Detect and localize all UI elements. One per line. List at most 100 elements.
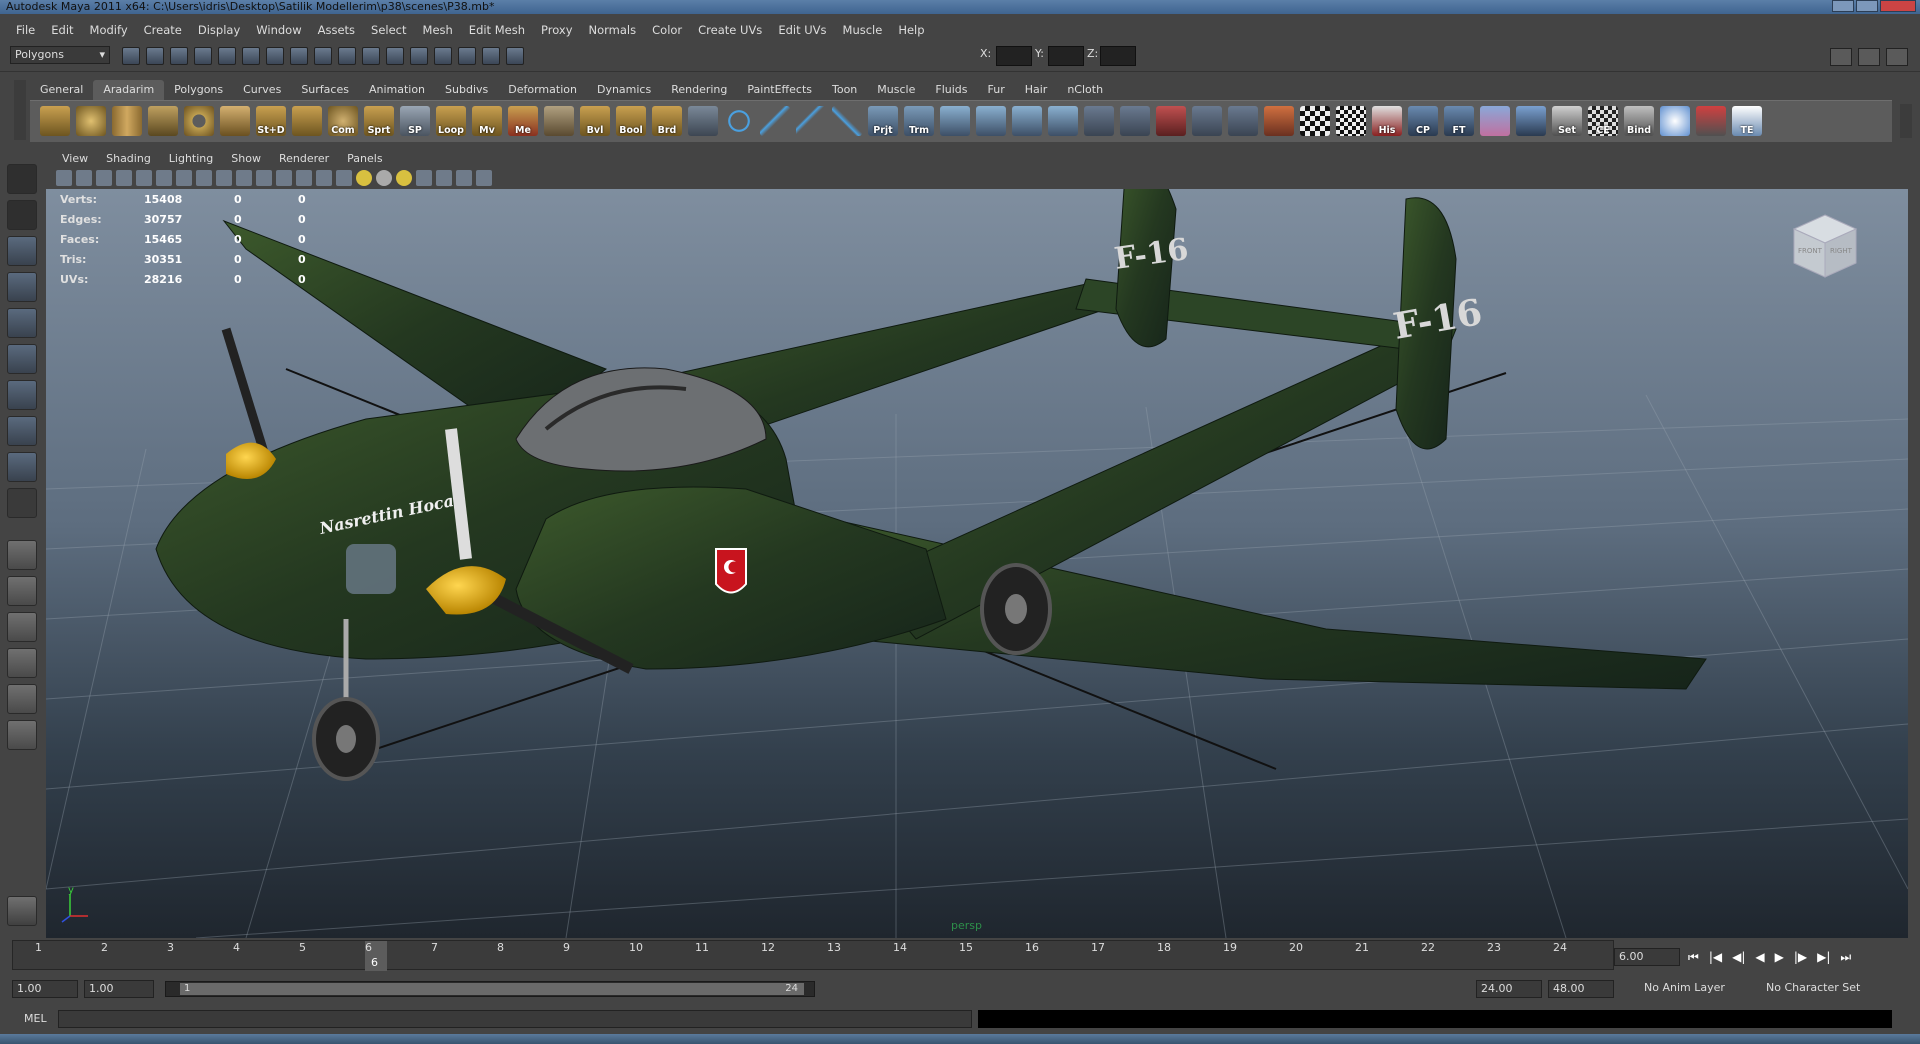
menu-set-dropdown[interactable]: Polygons ▾	[10, 46, 110, 64]
show-manipulator-icon[interactable]	[7, 452, 37, 482]
z-field[interactable]	[1100, 46, 1136, 66]
range-slider-handle[interactable]	[180, 983, 804, 995]
textured-icon[interactable]	[336, 170, 352, 186]
bridge-icon[interactable]: Brd	[652, 106, 682, 136]
light-icon[interactable]	[1660, 106, 1690, 136]
ep-curve-icon[interactable]	[796, 106, 826, 136]
wedge-icon[interactable]	[544, 106, 574, 136]
tab-rendering[interactable]: Rendering	[661, 80, 737, 100]
hud-toggle-icon[interactable]	[476, 170, 492, 186]
bevel-icon[interactable]: Bvl	[580, 106, 610, 136]
persp-graph-layout-icon[interactable]	[7, 648, 37, 678]
view-cube-front[interactable]: FRONT	[1798, 247, 1823, 255]
menu-file[interactable]: File	[8, 23, 43, 37]
tab-surfaces[interactable]: Surfaces	[291, 80, 359, 100]
separate-icon[interactable]: Sprt	[364, 106, 394, 136]
playback-start-field[interactable]: 1.00	[84, 980, 154, 998]
go-to-end-button[interactable]: ⏭	[1840, 950, 1851, 965]
delete-history-icon[interactable]: His	[1372, 106, 1402, 136]
script-language-toggle[interactable]: MEL	[24, 1012, 47, 1025]
rotate-tool-icon[interactable]	[7, 308, 37, 338]
tab-animation[interactable]: Animation	[359, 80, 435, 100]
snap-grid-icon[interactable]	[266, 47, 284, 65]
viewport-persp[interactable]: F-16 F-16 Nasrettin Hoca Verts: 15408 0 …	[46, 189, 1908, 938]
animation-end-field[interactable]: 48.00	[1548, 980, 1614, 998]
select-tool-icon[interactable]	[7, 164, 37, 194]
cv-curve-icon[interactable]	[760, 106, 790, 136]
four-view-layout-icon[interactable]	[7, 576, 37, 606]
menu-normals[interactable]: Normals	[581, 23, 645, 37]
play-forward-button[interactable]: ▶	[1775, 950, 1784, 965]
resolution-gate-icon[interactable]	[176, 170, 192, 186]
toggle-attribute-editor-icon[interactable]	[1830, 48, 1852, 66]
panel-menu-lighting[interactable]: Lighting	[161, 150, 223, 168]
scale-tool-icon[interactable]	[7, 344, 37, 374]
history-icon[interactable]	[386, 47, 404, 65]
image-plane-icon[interactable]	[116, 170, 132, 186]
split-polygon-icon[interactable]: SP	[400, 106, 430, 136]
bind-skin-icon[interactable]: Bind	[1624, 106, 1654, 136]
extrude-icon[interactable]	[220, 106, 250, 136]
grid-toggle-icon[interactable]	[136, 170, 152, 186]
bezier-curve-icon[interactable]	[832, 106, 862, 136]
time-slider[interactable]: 6 1 2 3 4 5 6 7 8 9 10 11 12 13 14 15 16…	[12, 940, 1614, 971]
input-line-icon[interactable]	[506, 47, 524, 65]
select-hierarchy-icon[interactable]	[194, 47, 212, 65]
merge-vertex-icon[interactable]: Mv	[472, 106, 502, 136]
select-component-icon[interactable]	[242, 47, 260, 65]
checker-icon[interactable]	[1300, 106, 1330, 136]
safe-action-icon[interactable]	[236, 170, 252, 186]
field-chart-icon[interactable]	[216, 170, 232, 186]
loft-icon[interactable]	[940, 106, 970, 136]
panel-menu-shading[interactable]: Shading	[98, 150, 161, 168]
smooth-shade-icon[interactable]	[296, 170, 312, 186]
menu-edit[interactable]: Edit	[43, 23, 81, 37]
lasso-tool-icon[interactable]	[7, 200, 37, 230]
last-tool-icon[interactable]	[7, 488, 37, 518]
close-button[interactable]	[1880, 0, 1916, 12]
tab-fur[interactable]: Fur	[978, 80, 1015, 100]
persp-graph-hypershade-layout-icon[interactable]	[7, 720, 37, 750]
make-live-icon[interactable]	[362, 47, 380, 65]
hypershade-icon[interactable]	[482, 47, 500, 65]
poly-torus-icon[interactable]	[184, 106, 214, 136]
universal-manipulator-icon[interactable]	[7, 380, 37, 410]
playback-end-field[interactable]: 24.00	[1476, 980, 1542, 998]
tab-aradarim[interactable]: Aradarim	[93, 80, 165, 100]
project-curve-icon[interactable]: Prjt	[868, 106, 898, 136]
panel-menu-renderer[interactable]: Renderer	[271, 150, 339, 168]
minimize-button[interactable]	[1832, 0, 1854, 12]
tab-curves[interactable]: Curves	[233, 80, 291, 100]
tab-ncloth[interactable]: nCloth	[1057, 80, 1113, 100]
menu-muscle[interactable]: Muscle	[835, 23, 891, 37]
animation-start-field[interactable]: 1.00	[12, 980, 78, 998]
planar-icon[interactable]	[1012, 106, 1042, 136]
flat-shade-icon[interactable]	[316, 170, 332, 186]
anim-layer-dropdown[interactable]: No Anim Layer	[1640, 980, 1750, 998]
camera-attributes-icon[interactable]	[76, 170, 92, 186]
current-time-field[interactable]: 6.00	[1614, 948, 1680, 966]
poly-cylinder-icon[interactable]	[112, 106, 142, 136]
persp-outliner-layout-icon[interactable]	[7, 612, 37, 642]
ipr-render-icon[interactable]	[434, 47, 452, 65]
center-pivot-icon[interactable]: CP	[1408, 106, 1438, 136]
hypergraph-icon[interactable]	[1480, 106, 1510, 136]
menu-proxy[interactable]: Proxy	[533, 23, 581, 37]
film-gate-icon[interactable]	[156, 170, 172, 186]
menu-modify[interactable]: Modify	[82, 23, 136, 37]
ik-handle-icon[interactable]	[1120, 106, 1150, 136]
create-set-icon[interactable]: Set	[1552, 106, 1582, 136]
smooth-plus-d-icon[interactable]: St+D	[256, 106, 286, 136]
trim-icon[interactable]: Trm	[904, 106, 934, 136]
poly-sphere-icon[interactable]	[76, 106, 106, 136]
nurbs-circle-icon[interactable]	[724, 106, 754, 136]
default-lighting-icon[interactable]	[356, 170, 372, 186]
y-field[interactable]	[1048, 46, 1084, 66]
uv-editor-icon[interactable]	[1336, 106, 1366, 136]
menu-assets[interactable]: Assets	[310, 23, 363, 37]
panel-menu-view[interactable]: View	[54, 150, 98, 168]
safe-title-icon[interactable]	[256, 170, 272, 186]
menu-select[interactable]: Select	[363, 23, 414, 37]
quick-layout-icon[interactable]	[7, 896, 37, 926]
move-tool-icon[interactable]	[7, 272, 37, 302]
